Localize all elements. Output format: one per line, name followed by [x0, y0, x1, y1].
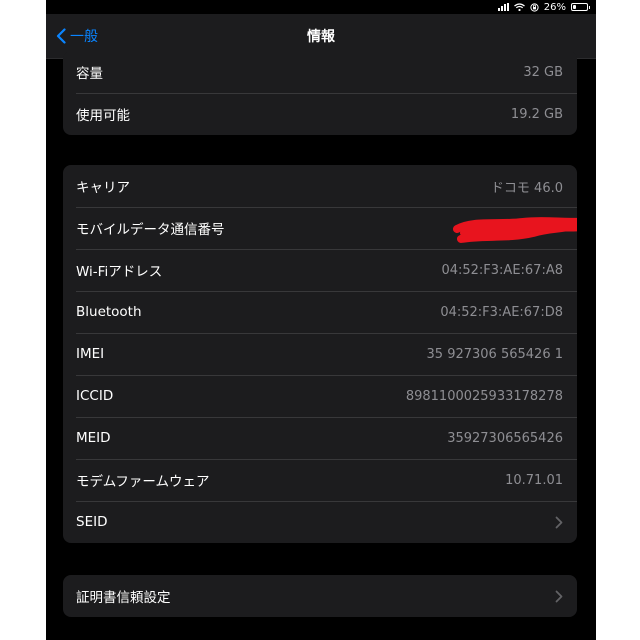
row-value: 8981100025933178278 — [405, 388, 563, 404]
row-value: 04:52:F3:AE:67:A8 — [441, 262, 563, 278]
row-carrier: キャリア ドコモ 46.0 — [63, 165, 577, 207]
row-modem-firmware: モデムファームウェア 10.71.01 — [63, 459, 577, 501]
chevron-right-icon — [555, 590, 563, 603]
row-label: キャリア — [76, 180, 130, 196]
row-iccid: ICCID 8981100025933178278 — [63, 375, 577, 417]
network-group: キャリア ドコモ 46.0 モバイルデータ通信番号 Wi-Fiアドレス 04:5… — [63, 165, 577, 543]
wifi-icon — [513, 3, 525, 11]
row-label: 使用可能 — [76, 108, 130, 124]
row-value: 35 927306 565426 1 — [426, 346, 563, 362]
row-label: 証明書信頼設定 — [76, 590, 171, 606]
chevron-right-icon — [555, 516, 563, 529]
row-label: モデムファームウェア — [76, 474, 210, 490]
row-value: 10.71.01 — [505, 472, 563, 488]
battery-percent: 26% — [543, 1, 566, 13]
status-bar: 26% — [46, 0, 596, 14]
row-label: MEID — [76, 430, 111, 446]
orientation-lock-icon — [530, 2, 539, 12]
row-capacity: 容量 32 GB — [63, 51, 577, 93]
redaction-scribble — [453, 217, 577, 243]
page-title: 情報 — [307, 29, 335, 45]
row-label: IMEI — [76, 346, 105, 362]
row-bluetooth: Bluetooth 04:52:F3:AE:67:D8 — [63, 291, 577, 333]
certificates-group: 証明書信頼設定 — [63, 575, 577, 617]
row-value: 35927306565426 — [447, 430, 563, 446]
row-label: ICCID — [76, 388, 114, 404]
row-label: モバイルデータ通信番号 — [76, 222, 225, 238]
back-label: 一般 — [70, 29, 98, 45]
row-label: Wi-Fiアドレス — [76, 264, 163, 280]
row-wifi-address: Wi-Fiアドレス 04:52:F3:AE:67:A8 — [63, 249, 577, 291]
cellular-signal-icon — [497, 3, 509, 11]
row-label: Bluetooth — [76, 304, 142, 320]
row-label: 容量 — [76, 66, 103, 82]
row-certificate-trust-settings[interactable]: 証明書信頼設定 — [63, 575, 577, 617]
row-available: 使用可能 19.2 GB — [63, 93, 577, 135]
row-seid[interactable]: SEID — [63, 501, 577, 543]
storage-group: 容量 32 GB 使用可能 19.2 GB — [63, 51, 577, 135]
row-imei: IMEI 35 927306 565426 1 — [63, 333, 577, 375]
row-value: 32 GB — [523, 64, 563, 80]
row-value: 04:52:F3:AE:67:D8 — [440, 304, 563, 320]
row-value: ドコモ 46.0 — [490, 180, 563, 196]
chevron-left-icon — [56, 28, 66, 44]
row-value: 19.2 GB — [510, 106, 563, 122]
battery-icon — [571, 3, 590, 11]
row-meid: MEID 35927306565426 — [63, 417, 577, 459]
row-mobile-data-number: モバイルデータ通信番号 — [63, 207, 577, 249]
device-screen: 26% 一般 情報 容量 32 GB 使用可能 19.2 GB キャリア ドコモ… — [46, 0, 596, 640]
row-label: SEID — [76, 514, 108, 530]
